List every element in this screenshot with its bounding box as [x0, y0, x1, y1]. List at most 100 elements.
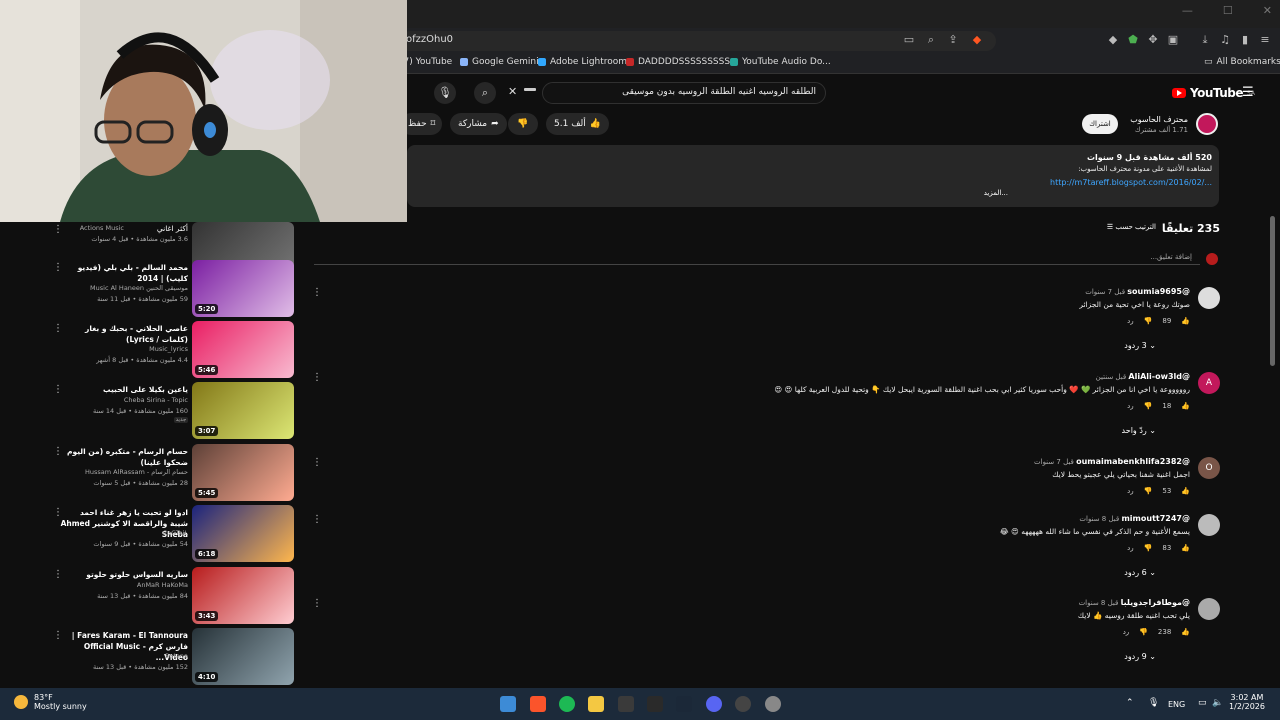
comment-avatar[interactable] — [1198, 287, 1220, 309]
related-video-item[interactable]: 6:18 ⋮ ادوا لو تحبت يا زهر غناء احمد شيبة … — [30, 505, 294, 563]
video-channel[interactable]: AnMaR HaKoMa — [60, 581, 188, 589]
search-query[interactable]: الطلقه الروسيه اغنيه الطلقة الروسيه بدون… — [560, 87, 816, 97]
video-title[interactable]: محمد السالم - بلي بلي (فيديو كليب) | 201… — [60, 262, 188, 284]
close-icon[interactable]: ✕ — [1263, 4, 1272, 17]
comment-author[interactable]: @mimoutt7247 — [1121, 514, 1190, 523]
video-title[interactable]: ياعين بكيلا على الحبيب — [60, 384, 188, 395]
screenshot-icon[interactable]: ▣ — [1166, 33, 1180, 47]
maximize-icon[interactable]: ☐ — [1223, 4, 1233, 17]
comment-menu-icon[interactable]: ⋮ — [312, 514, 322, 525]
thumbs-down-icon[interactable]: 👎 — [1144, 487, 1153, 495]
language-indicator[interactable]: ENG — [1168, 700, 1185, 709]
related-video-item[interactable]: 5:20 ⋮ محمد السالم - بلي بلي (فيديو كليب) … — [30, 260, 294, 318]
thumbs-up-icon[interactable]: 👍 — [1181, 317, 1190, 325]
video-channel[interactable]: CoCTaiL — [60, 529, 188, 537]
video-thumbnail[interactable]: 6:18 — [192, 505, 294, 562]
video-channel[interactable]: Rotana — [60, 652, 188, 660]
sidebar-icon[interactable]: ▮ — [1238, 33, 1252, 47]
guide-menu-icon[interactable]: ☰ — [1242, 86, 1254, 99]
related-video-item[interactable]: 3:07 ⋮ ياعين بكيلا على الحبيب Cheba Sirina … — [30, 382, 294, 440]
video-title[interactable]: ساريه السواس حلوتو حلوتو — [60, 569, 188, 580]
comment-menu-icon[interactable]: ⋮ — [312, 598, 322, 609]
video-title[interactable]: حسام الرسام - متكبره (من اليوم ضحكوا علي… — [60, 446, 188, 468]
reply-button[interactable]: رد — [1127, 487, 1134, 495]
comment-author[interactable]: @موطافراجدويلبا — [1121, 598, 1190, 607]
video-thumbnail[interactable]: 3:43 — [192, 567, 294, 624]
video-thumbnail[interactable]: 4:10 — [192, 628, 294, 685]
cast-icon[interactable]: ▭ — [902, 33, 916, 47]
vpn-shield-icon[interactable]: ⬟ — [1126, 33, 1140, 47]
bookmark-gemini[interactable]: Google Gemini — [460, 57, 539, 67]
reply-button[interactable]: رد — [1123, 628, 1130, 636]
reply-button[interactable]: رد — [1127, 317, 1134, 325]
comment-menu-icon[interactable]: ⋮ — [312, 457, 322, 468]
video-title[interactable]: عاصي الحلاني - بحبك و بغار (كلمات / Lyri… — [60, 323, 188, 345]
start-icon[interactable] — [500, 696, 516, 712]
channel-avatar[interactable] — [1196, 113, 1218, 135]
brave-shield-icon[interactable]: ◆ — [970, 33, 984, 47]
video-thumbnail[interactable]: 5:20 — [192, 260, 294, 317]
address-text[interactable]: ofzzOhu0 — [406, 34, 453, 45]
bookmark-daddd[interactable]: DADDDDSSSSSSSSS... — [626, 57, 739, 67]
download-icon[interactable]: ⤓ — [1198, 33, 1212, 47]
video-channel[interactable]: Music_lyrics — [60, 345, 188, 353]
comment-author[interactable]: @oumaimabenkhlifa2382 — [1076, 457, 1190, 466]
clock[interactable]: 3:02 AM 1/2/2026 — [1224, 693, 1270, 711]
thumbs-up-icon[interactable]: 👍 — [1181, 487, 1190, 495]
thumbs-up-icon[interactable]: 👍 — [1181, 402, 1190, 410]
page-scrollbar[interactable] — [1270, 216, 1275, 366]
replies-toggle[interactable]: ⌄ ردّ واحد — [780, 426, 1190, 435]
keyboard-icon[interactable] — [524, 88, 536, 91]
related-video-item[interactable]: 3:43 ⋮ ساريه السواس حلوتو حلوتو AnMaR HaKoM… — [30, 567, 294, 625]
sort-by-button[interactable]: الترتيب حسب ☰ — [1080, 223, 1156, 231]
thumbs-down-icon[interactable]: 👎 — [1144, 402, 1153, 410]
video-channel[interactable]: Actions Music — [64, 224, 124, 232]
clear-search-icon[interactable]: ✕ — [508, 85, 517, 98]
puzzle-icon[interactable]: ✥ — [1146, 33, 1160, 47]
video-channel[interactable]: Cheba Sirina - Topic — [60, 396, 188, 404]
add-comment-input[interactable]: إضافة تعليق... — [314, 253, 1200, 265]
share-button[interactable]: مشاركة ➦ — [450, 113, 507, 135]
chevron-up-icon[interactable]: ⌃ — [1126, 698, 1134, 708]
comment-avatar[interactable] — [1198, 514, 1220, 536]
like-button[interactable]: 5.1 ألف 👍 — [546, 113, 609, 135]
dislike-button[interactable]: 👎 — [508, 113, 538, 135]
description-link[interactable]: http://m7tareff.blogspot.com/2016/02/... — [900, 178, 1212, 187]
steam-icon[interactable] — [676, 696, 692, 712]
zoom-icon[interactable]: ⌕ — [924, 33, 938, 47]
replies-toggle[interactable]: ⌄ 9 ردود — [780, 652, 1190, 661]
related-video-item[interactable]: 4:10 ⋮ Fares Karam - El Tannoura | فارس كر… — [30, 628, 294, 686]
reply-button[interactable]: رد — [1127, 402, 1134, 410]
weather-widget[interactable]: 83°F Mostly sunny — [14, 693, 87, 711]
mic-icon[interactable]: 🎙 — [1148, 698, 1159, 708]
search-button[interactable]: ⌕ — [474, 82, 496, 104]
settings-icon[interactable] — [765, 696, 781, 712]
comment-author[interactable]: @AliAli-ow3ld — [1128, 372, 1190, 381]
media-icon[interactable]: ♫ — [1218, 33, 1232, 47]
video-thumbnail[interactable]: 3:07 — [192, 382, 294, 439]
minimize-icon[interactable]: — — [1182, 4, 1193, 17]
related-video-item[interactable]: 5:46 ⋮ عاصي الحلاني - بحبك و بغار (كلمات /… — [30, 321, 294, 379]
replies-toggle[interactable]: ⌄ 6 ردود — [780, 568, 1190, 577]
thumbs-up-icon[interactable]: 👍 — [1181, 544, 1190, 552]
menu-icon[interactable]: ≡ — [1258, 33, 1272, 47]
video-thumbnail[interactable]: 5:46 — [192, 321, 294, 378]
thumbs-down-icon[interactable]: 👎 — [1139, 628, 1148, 636]
comment-avatar[interactable]: O — [1198, 457, 1220, 479]
bookmark-yt-audio[interactable]: YouTube Audio Do... — [730, 57, 831, 67]
epic-games-icon[interactable] — [647, 696, 663, 712]
spotify-icon[interactable] — [559, 696, 575, 712]
comment-author[interactable]: @soumia9695 — [1127, 287, 1190, 296]
video-title[interactable]: أكثر اغاني — [128, 223, 188, 234]
davinci-icon[interactable] — [618, 696, 634, 712]
comment-menu-icon[interactable]: ⋮ — [312, 287, 322, 298]
replies-toggle[interactable]: ⌄ 3 ردود — [780, 341, 1190, 350]
more-button[interactable]: ...المزيد — [900, 189, 1008, 197]
video-channel[interactable]: موسيقى الحنين Music Al Haneen — [60, 284, 188, 292]
video-channel[interactable]: حسام الرسام - Hussam AlRassam — [60, 468, 188, 476]
all-bookmarks[interactable]: ▭ All Bookmarks — [1204, 57, 1280, 67]
network-icon[interactable]: ▭ — [1198, 698, 1207, 708]
voice-search-icon[interactable]: 🎙 — [434, 82, 456, 104]
discord-icon[interactable] — [706, 696, 722, 712]
comment-menu-icon[interactable]: ⋮ — [312, 372, 322, 383]
